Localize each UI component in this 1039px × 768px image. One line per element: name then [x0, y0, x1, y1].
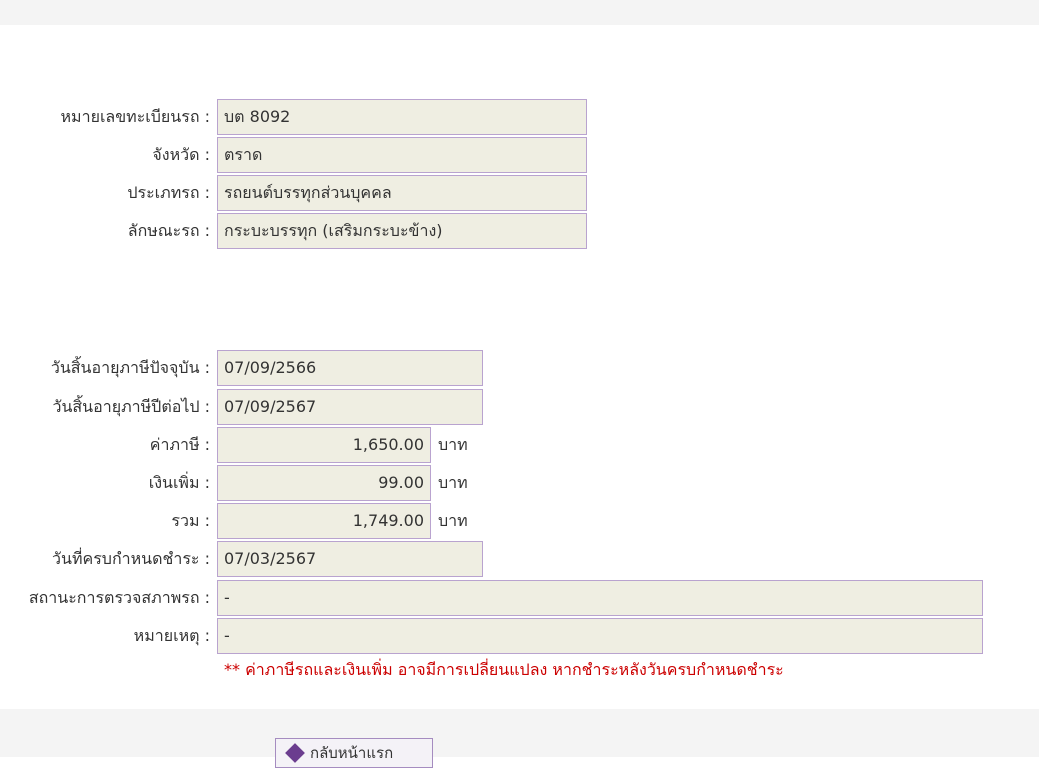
province-field: ตราด: [217, 137, 587, 173]
due-date-field: 07/03/2567: [217, 541, 483, 577]
remark-field: -: [217, 618, 983, 654]
surcharge-label: เงินเพิ่ม :: [148, 473, 210, 492]
tax-unit: บาท: [438, 435, 468, 454]
top-band: [0, 0, 1039, 25]
total-row: รวม : 1,749.00 บาท: [0, 503, 1039, 539]
diamond-arrow-icon: [285, 743, 305, 763]
back-to-home-label: กลับหน้าแรก: [310, 744, 394, 762]
total-unit: บาท: [438, 511, 468, 530]
next-expiry-field: 07/09/2567: [217, 389, 483, 425]
vehicle-body-row: ลักษณะรถ : กระบะบรรทุก (เสริมกระบะข้าง): [0, 213, 1039, 249]
surcharge-unit: บาท: [438, 473, 468, 492]
back-to-home-button[interactable]: กลับหน้าแรก: [275, 738, 433, 768]
total-label: รวม :: [171, 511, 210, 530]
vehicle-type-field: รถยนต์บรรทุกส่วนบุคคล: [217, 175, 587, 211]
remark-row: หมายเหตุ : -: [0, 618, 1039, 654]
current-expiry-row: วันสิ้นอายุภาษีปัจจุบัน : 07/09/2566: [0, 350, 1039, 386]
due-date-label: วันที่ครบกำหนดชำระ :: [52, 549, 210, 568]
penalty-note: ** ค่าภาษีรถและเงินเพิ่ม อาจมีการเปลี่ยน…: [224, 660, 784, 679]
vehicle-type-row: ประเภทรถ : รถยนต์บรรทุกส่วนบุคคล: [0, 175, 1039, 211]
next-expiry-row: วันสิ้นอายุภาษีปีต่อไป : 07/09/2567: [0, 389, 1039, 425]
province-row: จังหวัด : ตราด: [0, 137, 1039, 173]
current-expiry-field: 07/09/2566: [217, 350, 483, 386]
remark-label: หมายเหตุ :: [133, 626, 210, 645]
surcharge-row: เงินเพิ่ม : 99.00 บาท: [0, 465, 1039, 501]
bottom-band: [0, 709, 1039, 757]
plate-row: หมายเลขทะเบียนรถ : บต 8092: [0, 99, 1039, 135]
next-expiry-label: วันสิ้นอายุภาษีปีต่อไป :: [52, 397, 210, 416]
surcharge-amount-field: 99.00: [217, 465, 431, 501]
plate-field: บต 8092: [217, 99, 587, 135]
total-amount-field: 1,749.00: [217, 503, 431, 539]
inspection-field: -: [217, 580, 983, 616]
province-label: จังหวัด :: [152, 145, 210, 164]
tax-label: ค่าภาษี :: [149, 435, 210, 454]
vehicle-type-label: ประเภทรถ :: [127, 183, 210, 202]
tax-row: ค่าภาษี : 1,650.00 บาท: [0, 427, 1039, 463]
vehicle-body-label: ลักษณะรถ :: [127, 221, 210, 240]
vehicle-body-field: กระบะบรรทุก (เสริมกระบะข้าง): [217, 213, 587, 249]
due-date-row: วันที่ครบกำหนดชำระ : 07/03/2567: [0, 541, 1039, 577]
inspection-label: สถานะการตรวจสภาพรถ :: [28, 588, 210, 607]
current-expiry-label: วันสิ้นอายุภาษีปัจจุบัน :: [50, 358, 210, 377]
plate-label: หมายเลขทะเบียนรถ :: [60, 107, 211, 126]
inspection-row: สถานะการตรวจสภาพรถ : -: [0, 580, 1039, 616]
tax-amount-field: 1,650.00: [217, 427, 431, 463]
